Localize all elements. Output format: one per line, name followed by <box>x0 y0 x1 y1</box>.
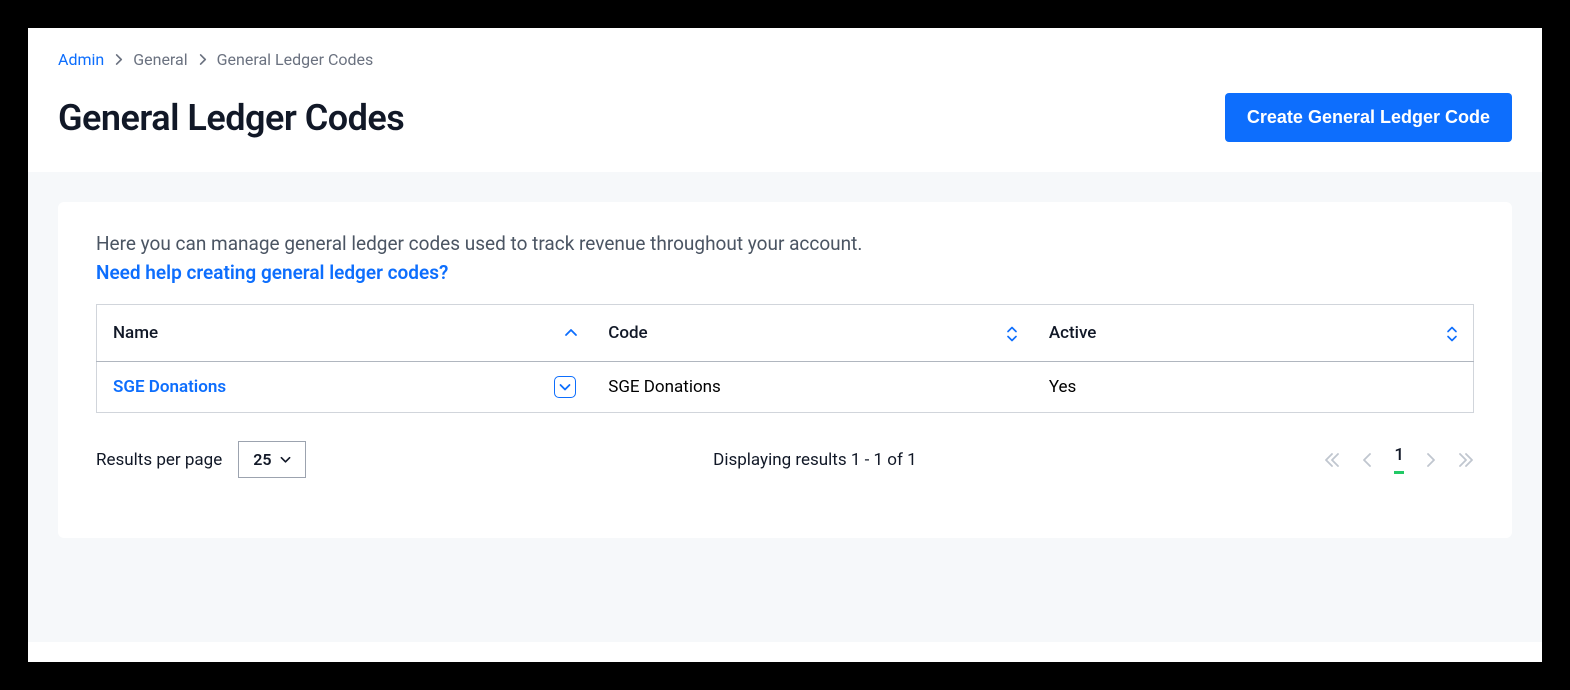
chevron-down-icon <box>280 456 291 464</box>
column-header-active[interactable]: Active <box>1033 305 1474 362</box>
cell-active: Yes <box>1033 362 1474 413</box>
breadcrumb-general: General <box>133 50 187 69</box>
table-header-row: Name Code Active <box>97 305 1474 362</box>
pagination-status: Displaying results 1 - 1 of 1 <box>713 450 916 470</box>
create-general-ledger-code-button[interactable]: Create General Ledger Code <box>1225 93 1512 142</box>
pagination-left: Results per page 25 <box>96 441 306 478</box>
last-page-button[interactable] <box>1458 453 1474 467</box>
content-area: Here you can manage general ledger codes… <box>28 172 1542 642</box>
per-page-label: Results per page <box>96 450 222 470</box>
cell-code: SGE Donations <box>592 362 1033 413</box>
prev-page-button[interactable] <box>1362 453 1372 467</box>
first-page-button[interactable] <box>1324 453 1340 467</box>
column-label: Active <box>1049 323 1097 343</box>
per-page-select[interactable]: 25 <box>238 441 305 478</box>
current-page[interactable]: 1 <box>1394 445 1404 474</box>
ledger-code-name-link[interactable]: SGE Donations <box>113 377 226 397</box>
top-area: Admin General General Ledger Codes Gener… <box>28 28 1542 172</box>
column-label: Name <box>113 323 158 343</box>
per-page-value: 25 <box>253 450 271 469</box>
pagination-controls: 1 <box>1324 445 1474 474</box>
header-row: General Ledger Codes Create General Ledg… <box>58 93 1512 142</box>
card: Here you can manage general ledger codes… <box>58 202 1512 538</box>
app-frame: Admin General General Ledger Codes Gener… <box>20 20 1550 670</box>
column-label: Code <box>608 323 647 343</box>
page-title: General Ledger Codes <box>58 97 404 139</box>
breadcrumb: Admin General General Ledger Codes <box>58 50 1512 69</box>
cell-name: SGE Donations <box>97 362 593 413</box>
chevron-right-icon <box>114 54 123 65</box>
column-header-code[interactable]: Code <box>592 305 1033 362</box>
help-link[interactable]: Need help creating general ledger codes? <box>96 261 448 284</box>
column-header-name[interactable]: Name <box>97 305 593 362</box>
breadcrumb-admin[interactable]: Admin <box>58 50 104 69</box>
intro-text: Here you can manage general ledger codes… <box>96 232 1474 255</box>
sort-both-icon <box>1005 326 1019 340</box>
ledger-codes-table: Name Code Active <box>96 304 1474 413</box>
next-page-button[interactable] <box>1426 453 1436 467</box>
chevron-right-icon <box>198 54 207 65</box>
pagination-row: Results per page 25 Displaying results 1… <box>96 441 1474 478</box>
table-row: SGE Donations SGE Donations Yes <box>97 362 1474 413</box>
breadcrumb-current: General Ledger Codes <box>217 50 374 69</box>
sort-asc-icon <box>564 326 578 340</box>
expand-row-toggle[interactable] <box>554 376 576 398</box>
sort-both-icon <box>1445 326 1459 340</box>
